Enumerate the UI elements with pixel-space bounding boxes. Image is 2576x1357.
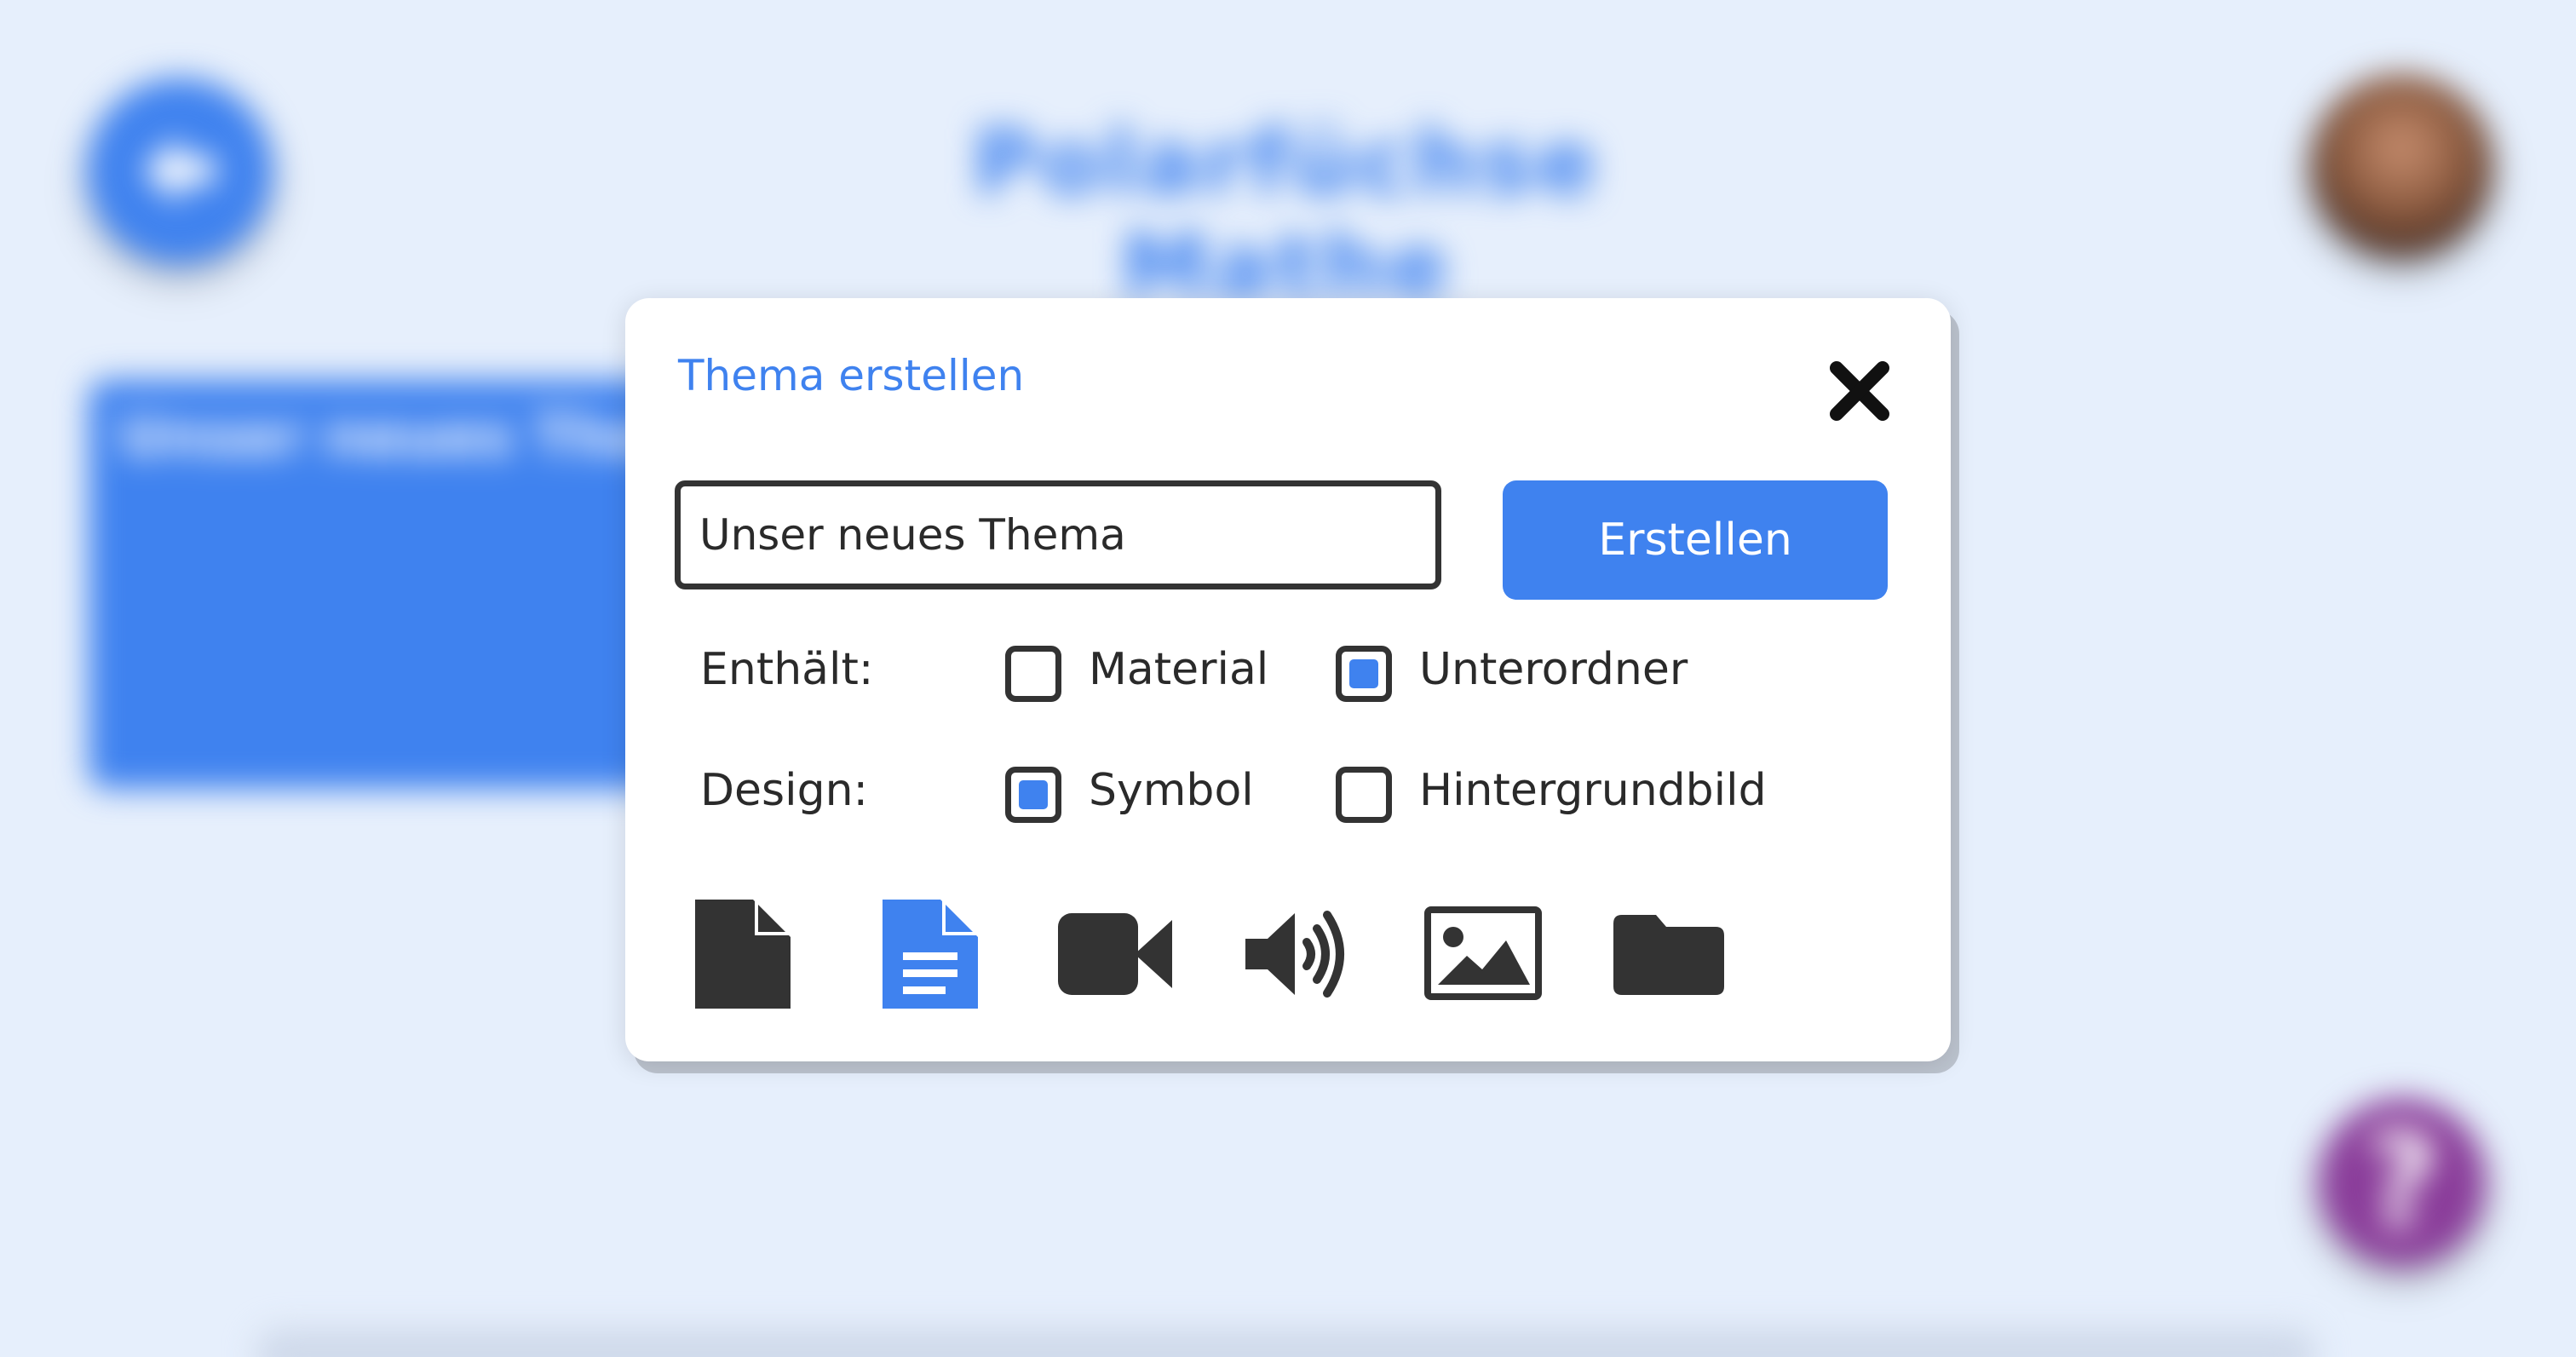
arrow-left-icon xyxy=(143,136,215,204)
hintergrundbild-label: Hintergrundbild xyxy=(1419,765,1767,816)
topic-card[interactable]: Unser neues Thema xyxy=(89,380,746,789)
material-checkbox[interactable] xyxy=(1005,646,1061,702)
symbol-label: Symbol xyxy=(1089,765,1254,816)
document-icon[interactable] xyxy=(883,900,978,1009)
bottom-bar xyxy=(256,1329,2317,1357)
image-icon[interactable] xyxy=(1424,906,1542,1000)
avatar[interactable] xyxy=(2310,75,2493,257)
close-icon[interactable] xyxy=(1821,353,1898,429)
material-label: Material xyxy=(1089,644,1269,695)
help-button[interactable]: ? xyxy=(2319,1099,2486,1266)
contains-label: Enthält: xyxy=(700,644,874,695)
dialog-title: Thema erstellen xyxy=(678,351,1025,400)
symbol-checkbox[interactable] xyxy=(1005,767,1061,823)
create-button[interactable]: Erstellen xyxy=(1503,480,1888,600)
topic-name-input[interactable] xyxy=(675,480,1441,589)
back-button[interactable] xyxy=(87,78,273,264)
page-title: Polarfüchse Mathe xyxy=(972,111,1601,319)
speaker-icon[interactable] xyxy=(1245,908,1353,1000)
design-label: Design: xyxy=(700,765,869,816)
video-camera-icon[interactable] xyxy=(1058,913,1172,995)
unterordner-label: Unterordner xyxy=(1419,644,1688,695)
folder-icon[interactable] xyxy=(1613,915,1724,995)
file-icon[interactable] xyxy=(695,900,791,1009)
create-topic-dialog: Thema erstellen Erstellen Enthält: Mater… xyxy=(625,298,1951,1061)
unterordner-checkbox[interactable] xyxy=(1336,646,1392,702)
hintergrundbild-checkbox[interactable] xyxy=(1336,767,1392,823)
